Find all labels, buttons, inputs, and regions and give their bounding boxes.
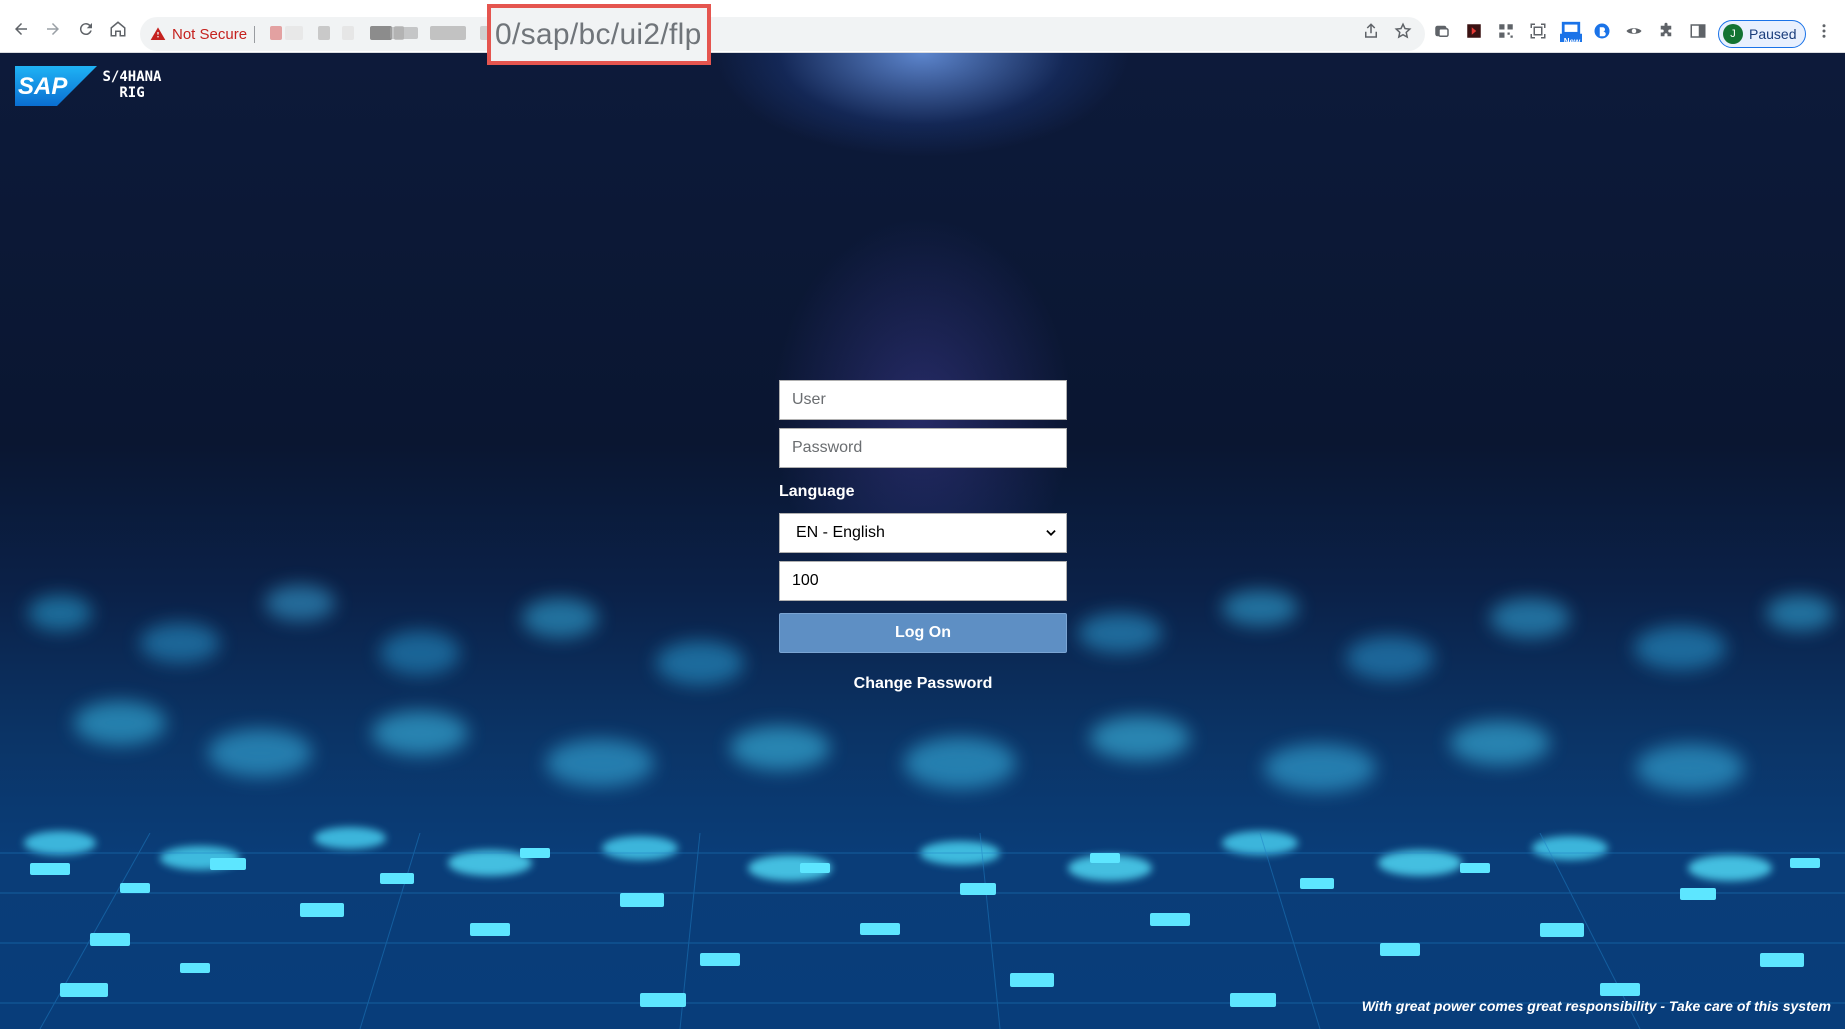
qr-code-icon[interactable] [1497,22,1515,40]
forward-button[interactable] [41,17,65,41]
side-panel-icon[interactable] [1689,22,1707,40]
obscured-hostname [270,26,282,40]
user-input[interactable] [779,380,1067,420]
security-indicator[interactable]: Not Secure [150,17,247,51]
back-button[interactable] [9,17,33,41]
obscured-hostname [390,27,418,39]
product-name: S/4HANA RIG [92,69,172,101]
client-input[interactable] [779,561,1067,601]
extension-red-icon[interactable] [1465,22,1483,40]
arrow-left-icon [15,23,27,35]
log-on-button[interactable]: Log On [779,613,1067,653]
url-path-highlight: 0/sap/bc/ui2/flp [487,4,711,65]
obscured-hostname [370,26,392,40]
extension-tabs-icon[interactable] [1433,22,1451,40]
obscured-hostname [318,26,330,40]
screenshot-icon[interactable] [1529,22,1547,40]
login-form: Language EN - English Log On Change Pass… [779,380,1067,693]
bookmark-star-icon[interactable] [1394,22,1412,40]
url-path: 0/sap/bc/ui2/flp [495,17,702,51]
puzzle-extensions-icon[interactable] [1657,22,1675,40]
warning-icon [150,27,166,40]
obscured-hostname [430,26,466,40]
avatar: J [1723,24,1743,44]
share-icon[interactable] [1362,22,1380,40]
bitwarden-icon[interactable] [1593,22,1611,40]
profile-button[interactable]: J Paused [1718,20,1806,48]
home-icon [110,21,126,37]
sap-logo-text: SAP [18,73,68,100]
reload-icon [79,23,92,36]
language-select[interactable]: EN - English [779,513,1067,553]
login-page: SAP S/4HANA RIG Language EN - English Lo… [0,53,1845,1029]
language-selected-value: EN - English [796,524,885,541]
browser-toolbar: Not Secure 0/sap/bc/ui2/flp New J Paused [0,0,1845,65]
obscured-hostname [285,26,303,40]
browser-menu-button[interactable] [1815,22,1833,40]
sap-logo: SAP [15,66,97,106]
footer-notice: With great power comes great responsibil… [1361,998,1831,1014]
product-line-1: S/4HANA [102,69,162,85]
chevron-down-icon [1046,530,1056,536]
reload-button[interactable] [74,17,98,41]
address-bar[interactable]: Not Secure [140,17,1425,51]
profile-status: Paused [1749,26,1797,42]
security-label: Not Secure [172,25,248,43]
password-input[interactable] [779,428,1067,468]
arrow-right-icon [47,23,59,35]
obscured-hostname [342,26,354,40]
more-vertical-icon [1822,24,1826,38]
product-line-2: RIG [119,85,145,101]
tracker-eye-icon[interactable] [1625,22,1643,40]
extension-new-badge: New [1563,37,1581,46]
language-label: Language [779,483,855,500]
change-password-link[interactable]: Change Password [779,675,1067,693]
home-button[interactable] [106,17,130,41]
chip-separator [254,26,255,43]
